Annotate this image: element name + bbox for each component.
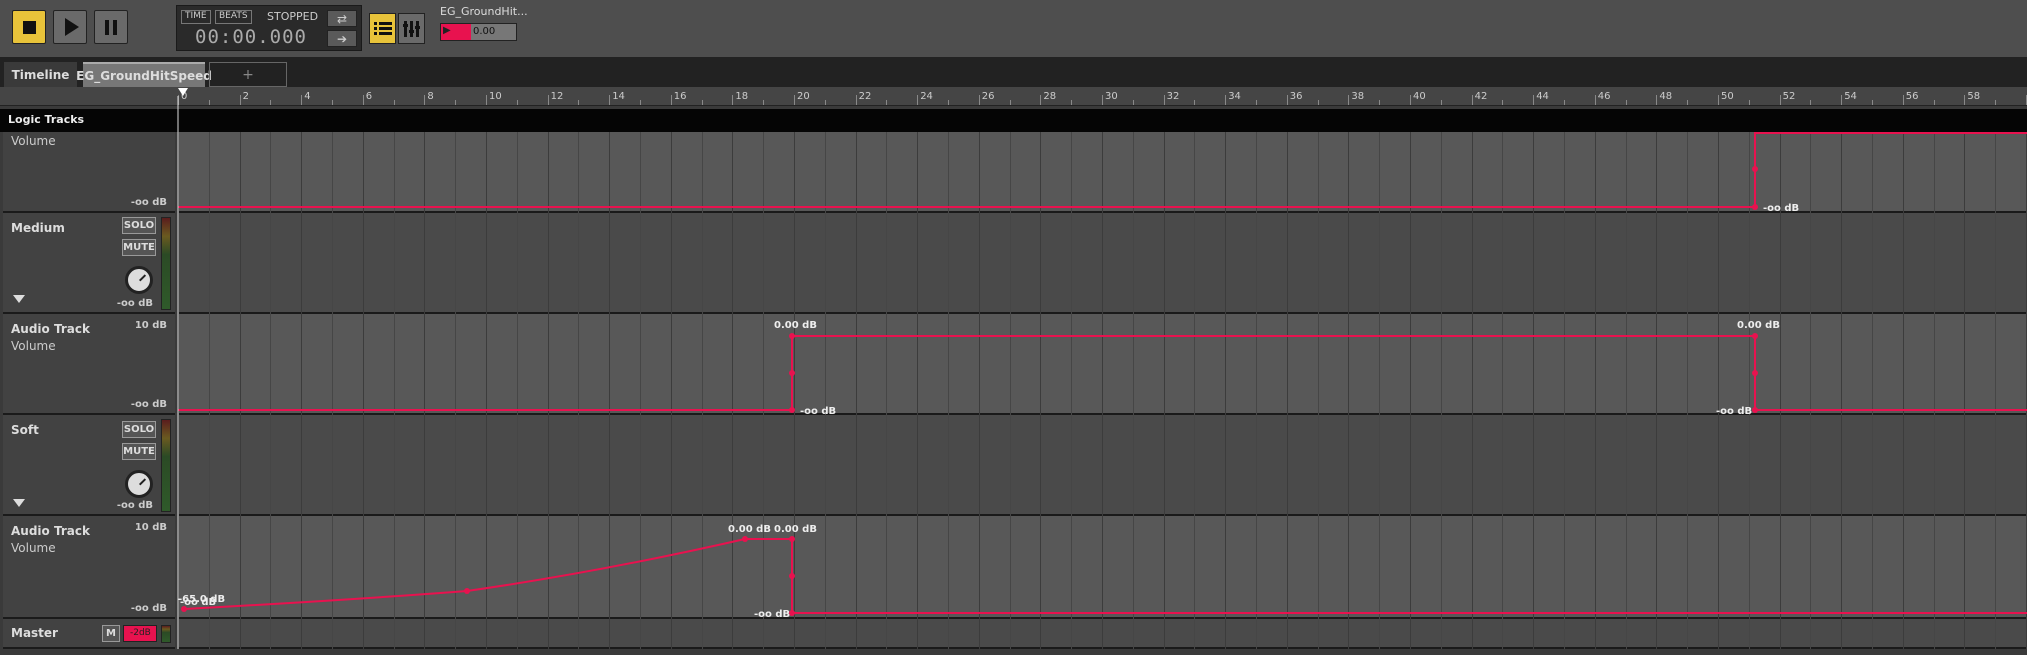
automation-point[interactable]: [1752, 166, 1758, 172]
automation-point[interactable]: [1752, 407, 1758, 413]
automation-value-label: 0.00 dB: [774, 320, 817, 331]
automation-value-label: -oo dB: [800, 406, 836, 417]
automation-overlay: -oo dB 0.00 dB -oo dB 0.00 dB -oo dB -65…: [177, 96, 2027, 649]
automation-point[interactable]: [742, 536, 748, 542]
automation-point[interactable]: [464, 588, 470, 594]
automation-point[interactable]: [1752, 204, 1758, 210]
automation-value-label: -oo dB: [1763, 203, 1799, 214]
automation-point[interactable]: [789, 407, 795, 413]
automation-point[interactable]: [789, 370, 795, 376]
automation-value-label: 0.00 dB: [1737, 320, 1780, 331]
automation-value-label: -oo dB: [180, 597, 216, 608]
automation-point[interactable]: [789, 573, 795, 579]
automation-point[interactable]: [789, 333, 795, 339]
automation-curve[interactable]: [183, 538, 2027, 614]
automation-value-label: 0.00 dB: [728, 524, 771, 535]
automation-point[interactable]: [1752, 370, 1758, 376]
automation-value-label: -oo dB: [1716, 406, 1752, 417]
automation-value-label: 0.00 dB: [774, 524, 817, 535]
automation-value-label: -oo dB: [754, 609, 790, 620]
automation-point[interactable]: [1752, 333, 1758, 339]
automation-point[interactable]: [789, 536, 795, 542]
